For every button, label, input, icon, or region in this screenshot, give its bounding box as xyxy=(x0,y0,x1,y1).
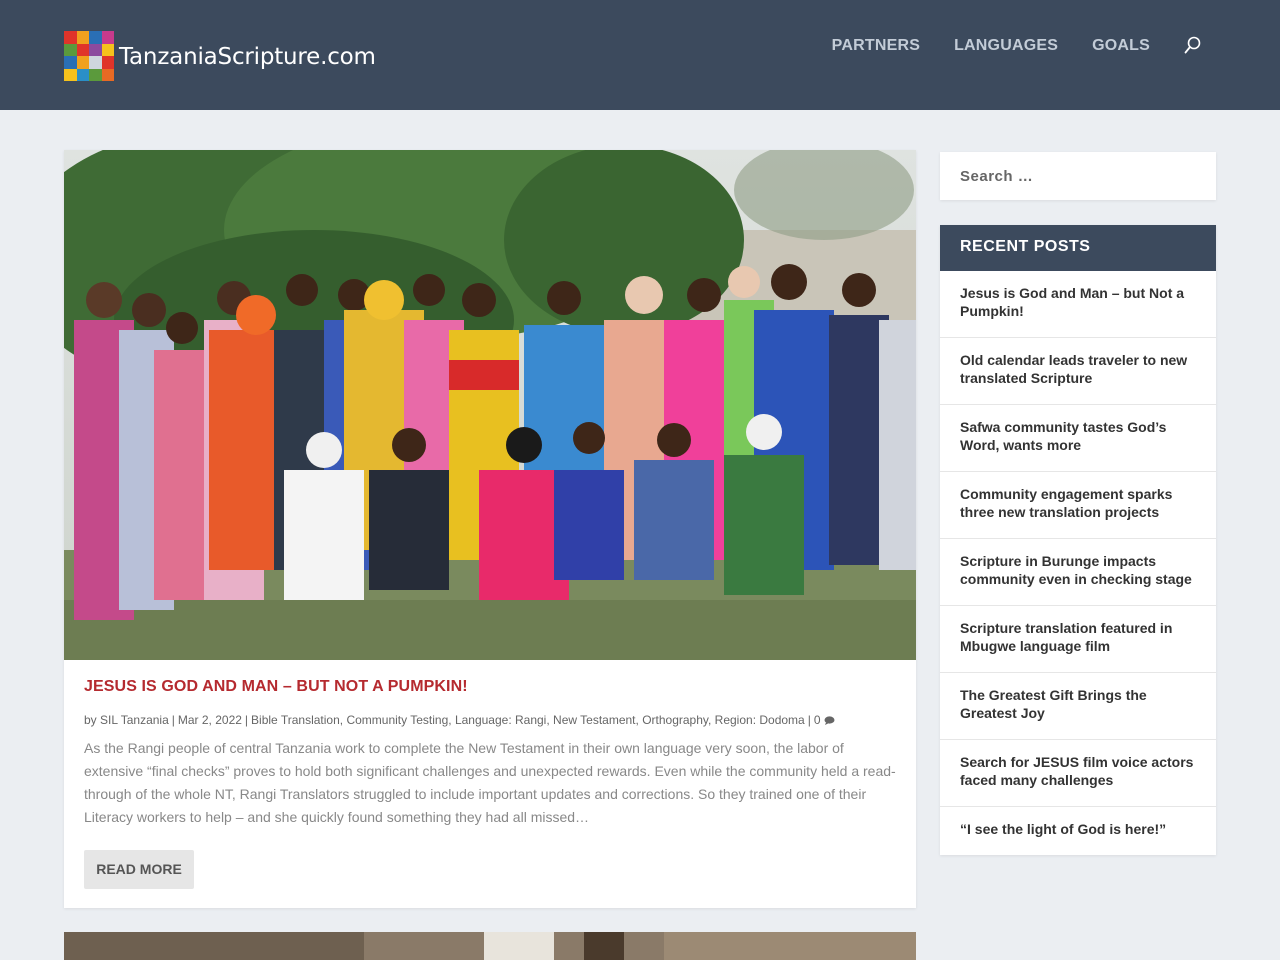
post-featured-image[interactable] xyxy=(64,150,916,660)
meta-category[interactable]: New Testament xyxy=(553,713,635,727)
recent-posts-title: RECENT POSTS xyxy=(940,225,1216,271)
recent-post-link[interactable]: Old calendar leads traveler to new trans… xyxy=(940,338,1216,405)
post-card: JESUS IS GOD AND MAN – BUT NOT A PUMPKIN… xyxy=(64,150,916,908)
nav-item-goals[interactable]: GOALS xyxy=(1092,36,1150,56)
meta-date: Mar 2, 2022 xyxy=(177,713,242,727)
nav-item-partners[interactable]: PARTNERS xyxy=(832,36,920,56)
recent-posts-widget: RECENT POSTS Jesus is God and Man – but … xyxy=(940,225,1216,855)
post-meta: by SIL Tanzania | Mar 2, 2022 | Bible Transl… xyxy=(84,713,835,727)
recent-post-link[interactable]: Scripture in Burunge impacts community e… xyxy=(940,539,1216,606)
meta-author[interactable]: SIL Tanzania xyxy=(100,713,169,727)
sidebar-search xyxy=(940,152,1216,200)
site-title: TanzaniaScripture.com xyxy=(119,44,376,70)
main-nav: PARTNERS LANGUAGES GOALS xyxy=(798,36,1202,56)
meta-category[interactable]: Orthography xyxy=(642,713,708,727)
post-title[interactable]: JESUS IS GOD AND MAN – BUT NOT A PUMPKIN… xyxy=(84,678,468,696)
recent-post-link[interactable]: Search for JESUS film voice actors faced… xyxy=(940,740,1216,807)
recent-post-link[interactable]: “I see the light of God is here!” xyxy=(940,807,1216,874)
meta-category[interactable]: Community Testing xyxy=(346,713,448,727)
recent-post-link[interactable]: Jesus is God and Man – but Not a Pumpkin… xyxy=(940,271,1216,338)
meta-comments[interactable]: 0 xyxy=(814,713,821,727)
meta-category[interactable]: Bible Translation xyxy=(251,713,340,727)
meta-by: by xyxy=(84,713,97,727)
nav-item-languages[interactable]: LANGUAGES xyxy=(954,36,1058,56)
post-excerpt: As the Rangi people of central Tanzania … xyxy=(84,740,896,825)
next-post-image[interactable] xyxy=(64,932,916,960)
comment-icon xyxy=(824,716,835,725)
recent-post-link[interactable]: Community engagement sparks three new tr… xyxy=(940,472,1216,539)
logo-mosaic-icon xyxy=(64,31,114,81)
recent-post-link[interactable]: Scripture translation featured in Mbugwe… xyxy=(940,606,1216,673)
site-logo[interactable]: TanzaniaScripture.com xyxy=(64,30,376,82)
site-header: TanzaniaScripture.com PARTNERS LANGUAGES… xyxy=(0,0,1280,110)
meta-category[interactable]: Region: Dodoma xyxy=(715,713,805,727)
read-more-button[interactable]: READ MORE xyxy=(84,850,194,889)
search-input[interactable] xyxy=(940,152,1216,200)
recent-post-link[interactable]: Safwa community tastes God’s Word, wants… xyxy=(940,405,1216,472)
recent-post-link[interactable]: The Greatest Gift Brings the Greatest Jo… xyxy=(940,673,1216,740)
meta-category[interactable]: Language: Rangi xyxy=(455,713,546,727)
search-icon[interactable] xyxy=(1184,36,1202,56)
